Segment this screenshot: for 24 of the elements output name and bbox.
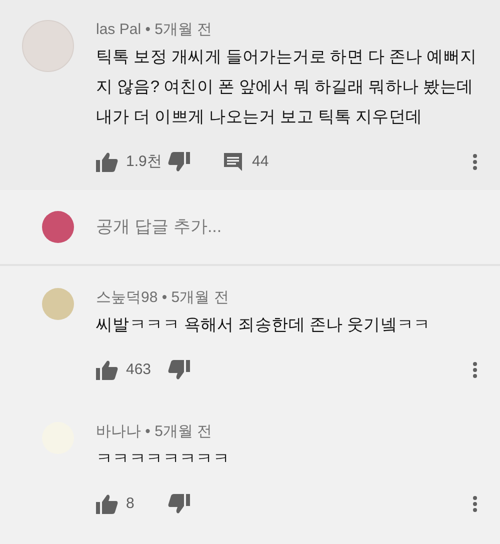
- comment-text: 틱톡 보정 개씨게 들어가는거로 하면 다 존나 예뻐지지 않음? 여친이 폰 앞에서 뭐 하길래 뭐하나 봤는데 내가 더 이쁘게 나오는거 보고 틱톡 지우던데: [96, 47, 478, 128]
- like-count: 463: [126, 360, 152, 380]
- thumbs-up-icon[interactable]: [96, 152, 118, 172]
- thumbs-down-icon[interactable]: [168, 494, 190, 514]
- like-count: 8: [126, 494, 134, 514]
- comment-text: 씨발ㅋㅋㅋ 욕해서 죄송한데 존나 웃기넼ㅋㅋ: [96, 315, 432, 336]
- like-count: 1.9천: [126, 152, 162, 172]
- comment-meta: 바나나 • 5개월 전: [96, 422, 214, 442]
- comment-meta: 스눞덕98 • 5개월 전: [96, 288, 230, 308]
- reply-input[interactable]: 공개 답글 추가...: [96, 214, 500, 240]
- thumbs-down-icon[interactable]: [168, 152, 190, 172]
- thumbs-up-icon[interactable]: [96, 360, 118, 380]
- more-options-icon[interactable]: [472, 495, 478, 513]
- reply-count: 44: [252, 152, 269, 172]
- comment-text: ㅋㅋㅋㅋㅋㅋㅋㅋ: [96, 449, 231, 470]
- avatar: [22, 20, 74, 72]
- thumbs-up-icon[interactable]: [96, 494, 118, 514]
- more-options-icon[interactable]: [472, 361, 478, 379]
- avatar: [42, 211, 74, 243]
- thumbs-down-icon[interactable]: [168, 360, 190, 380]
- comment-meta: las Pal • 5개월 전: [96, 20, 214, 40]
- avatar: [42, 288, 74, 320]
- more-options-icon[interactable]: [472, 153, 478, 171]
- comment-icon[interactable]: [224, 153, 242, 171]
